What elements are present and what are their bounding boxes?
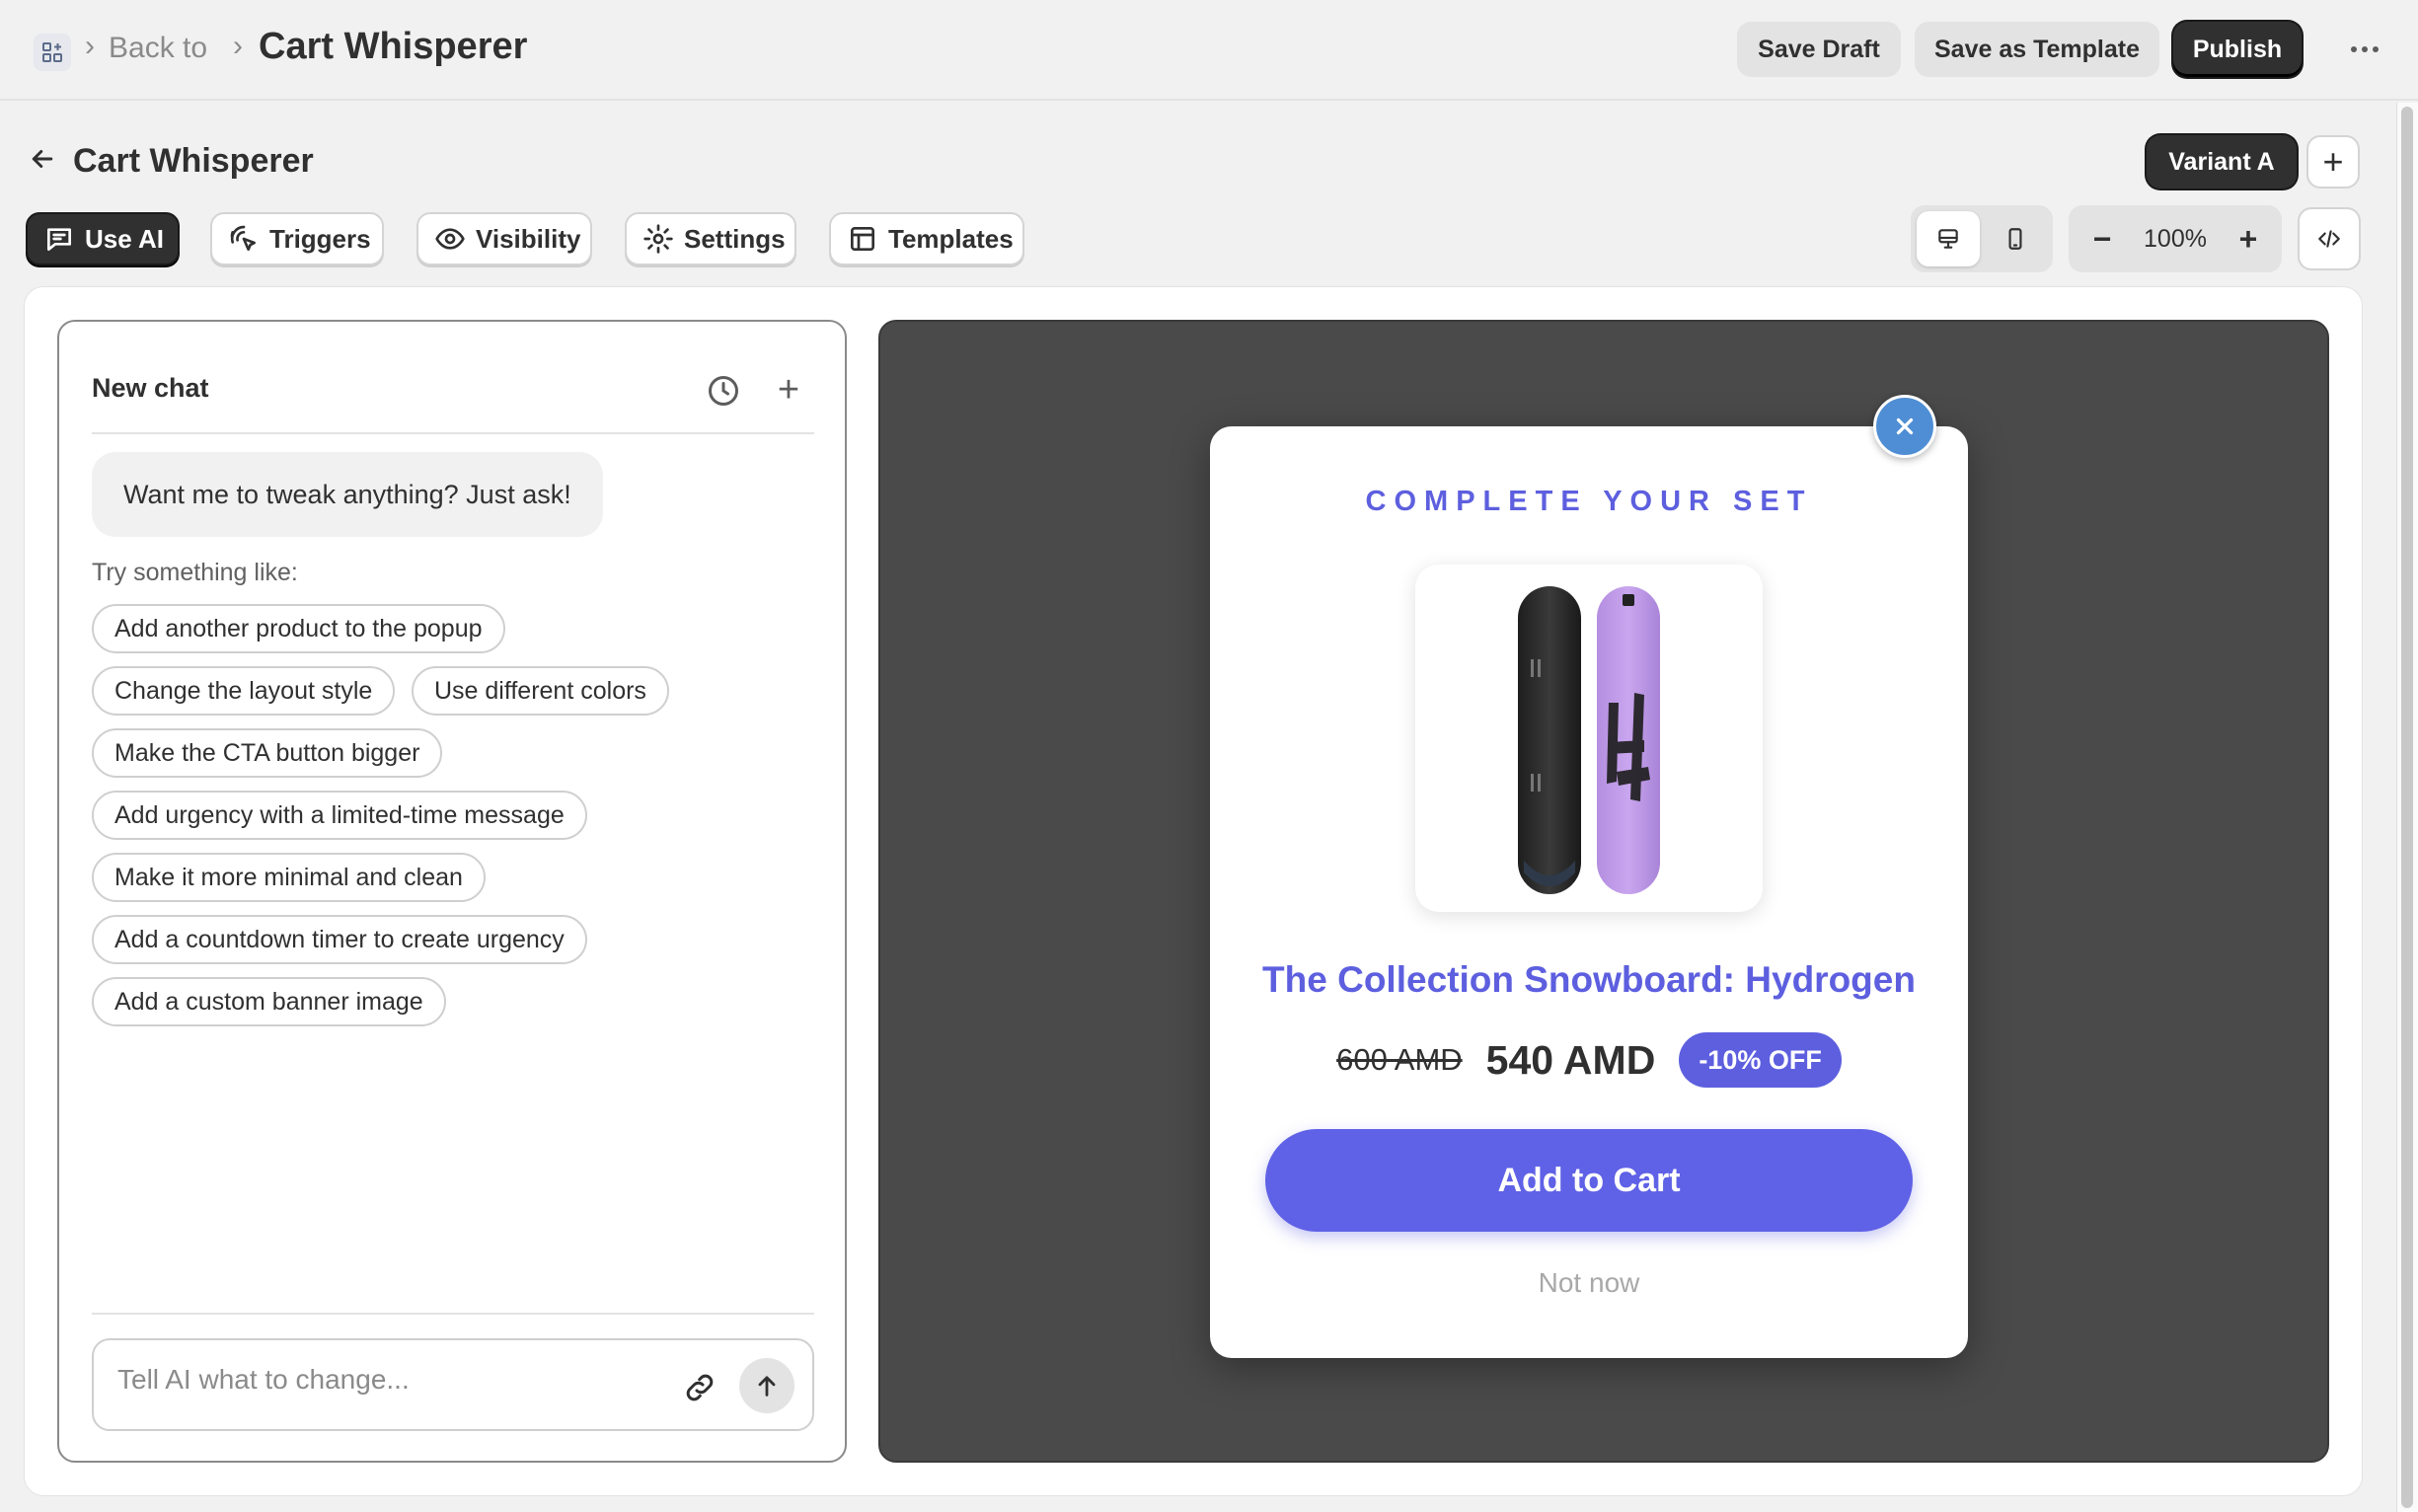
publish-button[interactable]: Publish bbox=[2173, 22, 2302, 77]
code-view-button[interactable] bbox=[2298, 207, 2361, 270]
tab-label: Use AI bbox=[85, 223, 164, 254]
tab-label: Templates bbox=[888, 223, 1014, 254]
code-icon bbox=[2318, 230, 2340, 248]
tab-templates[interactable]: Templates bbox=[829, 212, 1024, 265]
plus-icon: + bbox=[2322, 141, 2344, 182]
product-image bbox=[1415, 565, 1763, 912]
ai-chat-panel: New chat + Want me to tweak anything? Ju… bbox=[57, 320, 847, 1463]
scrollbar-thumb[interactable] bbox=[2401, 107, 2413, 1508]
price-row: 600 AMD 540 AMD -10% OFF bbox=[1210, 1030, 1968, 1090]
arrow-up-icon bbox=[758, 1376, 776, 1397]
chat-message-input[interactable] bbox=[117, 1360, 650, 1399]
chat-icon bbox=[47, 228, 71, 251]
original-price: 600 AMD bbox=[1336, 1042, 1463, 1077]
tab-label: Triggers bbox=[269, 223, 371, 254]
suggestions-label: Try something like: bbox=[92, 559, 298, 586]
ai-message-bubble: Want me to tweak anything? Just ask! bbox=[92, 452, 603, 537]
suggestion-chip[interactable]: Add a custom banner image bbox=[92, 977, 446, 1026]
tab-settings[interactable]: Settings bbox=[625, 212, 796, 265]
close-icon bbox=[1896, 417, 1914, 435]
cursor-click-icon bbox=[230, 225, 256, 251]
zoom-out-button[interactable]: − bbox=[2090, 221, 2114, 258]
zoom-in-button[interactable]: + bbox=[2236, 221, 2260, 258]
suggestion-chip[interactable]: Add another product to the popup bbox=[92, 604, 505, 653]
add-to-cart-button[interactable]: Add to Cart bbox=[1265, 1129, 1913, 1232]
snowboard-image bbox=[1518, 586, 1660, 894]
link-attach-icon[interactable] bbox=[682, 1370, 718, 1405]
chat-title: New chat bbox=[92, 373, 209, 403]
zoom-level: 100% bbox=[2144, 224, 2207, 253]
variant-a-button[interactable]: Variant A bbox=[2147, 135, 2297, 189]
tab-label: Settings bbox=[684, 223, 786, 254]
desktop-view-button[interactable] bbox=[1917, 211, 1980, 266]
chevron-right-icon: › bbox=[233, 30, 243, 62]
eye-icon bbox=[435, 228, 465, 250]
popup-close-button[interactable] bbox=[1873, 395, 1936, 458]
mobile-view-button[interactable] bbox=[1984, 211, 2047, 266]
suggestion-chip[interactable]: Make it more minimal and clean bbox=[92, 853, 486, 902]
new-chat-plus-icon[interactable]: + bbox=[771, 371, 806, 409]
popup-kicker: COMPLETE YOUR SET bbox=[1365, 486, 1813, 517]
gear-icon bbox=[643, 224, 673, 254]
page-title: Cart Whisperer bbox=[73, 142, 314, 180]
apps-grid-icon[interactable] bbox=[34, 34, 71, 71]
add-variant-button[interactable]: + bbox=[2306, 135, 2360, 189]
breadcrumb-back-link[interactable]: Back to bbox=[109, 32, 207, 65]
suggestion-chip[interactable]: Change the layout style bbox=[92, 666, 396, 716]
layout-icon bbox=[851, 227, 874, 251]
tab-use-ai[interactable]: Use AI bbox=[26, 212, 180, 265]
divider bbox=[92, 1313, 814, 1315]
suggestion-chip[interactable]: Add urgency with a limited-time message bbox=[92, 791, 587, 840]
more-horizontal-icon[interactable] bbox=[2339, 26, 2390, 73]
save-draft-button[interactable]: Save Draft bbox=[1737, 22, 1901, 77]
tab-triggers[interactable]: Triggers bbox=[210, 212, 384, 265]
chevron-right-icon: › bbox=[85, 30, 95, 62]
desktop-icon bbox=[1938, 229, 1958, 249]
chat-input-box bbox=[92, 1338, 814, 1431]
save-as-template-button[interactable]: Save as Template bbox=[1915, 22, 2159, 77]
top-bar: › Back to › Cart Whisperer Save Draft Sa… bbox=[0, 0, 2418, 101]
tab-label: Visibility bbox=[476, 223, 581, 254]
device-toggle bbox=[1911, 205, 2053, 272]
suggestion-chip[interactable]: Add a countdown timer to create urgency bbox=[92, 915, 587, 964]
not-now-link[interactable]: Not now bbox=[1210, 1267, 1968, 1299]
product-name[interactable]: The Collection Snowboard: Hydrogen bbox=[1210, 959, 1968, 1001]
breadcrumb-current: Cart Whisperer bbox=[259, 26, 528, 67]
clock-history-icon[interactable] bbox=[706, 373, 741, 409]
suggestion-chip[interactable]: Use different colors bbox=[412, 666, 669, 716]
divider bbox=[92, 432, 814, 434]
zoom-control: − 100% + bbox=[2069, 205, 2282, 272]
discount-badge: -10% OFF bbox=[1679, 1032, 1842, 1088]
arrow-left-icon[interactable] bbox=[28, 144, 57, 174]
suggestion-chip[interactable]: Make the CTA button bigger bbox=[92, 728, 443, 778]
page-scrollbar[interactable] bbox=[2396, 103, 2418, 1512]
upsell-popup: COMPLETE YOUR SET The Collection Snowboa… bbox=[1210, 426, 1968, 1358]
sale-price: 540 AMD bbox=[1485, 1036, 1656, 1083]
tab-visibility[interactable]: Visibility bbox=[416, 212, 592, 265]
send-button[interactable] bbox=[739, 1358, 794, 1413]
mobile-icon bbox=[2008, 228, 2022, 250]
